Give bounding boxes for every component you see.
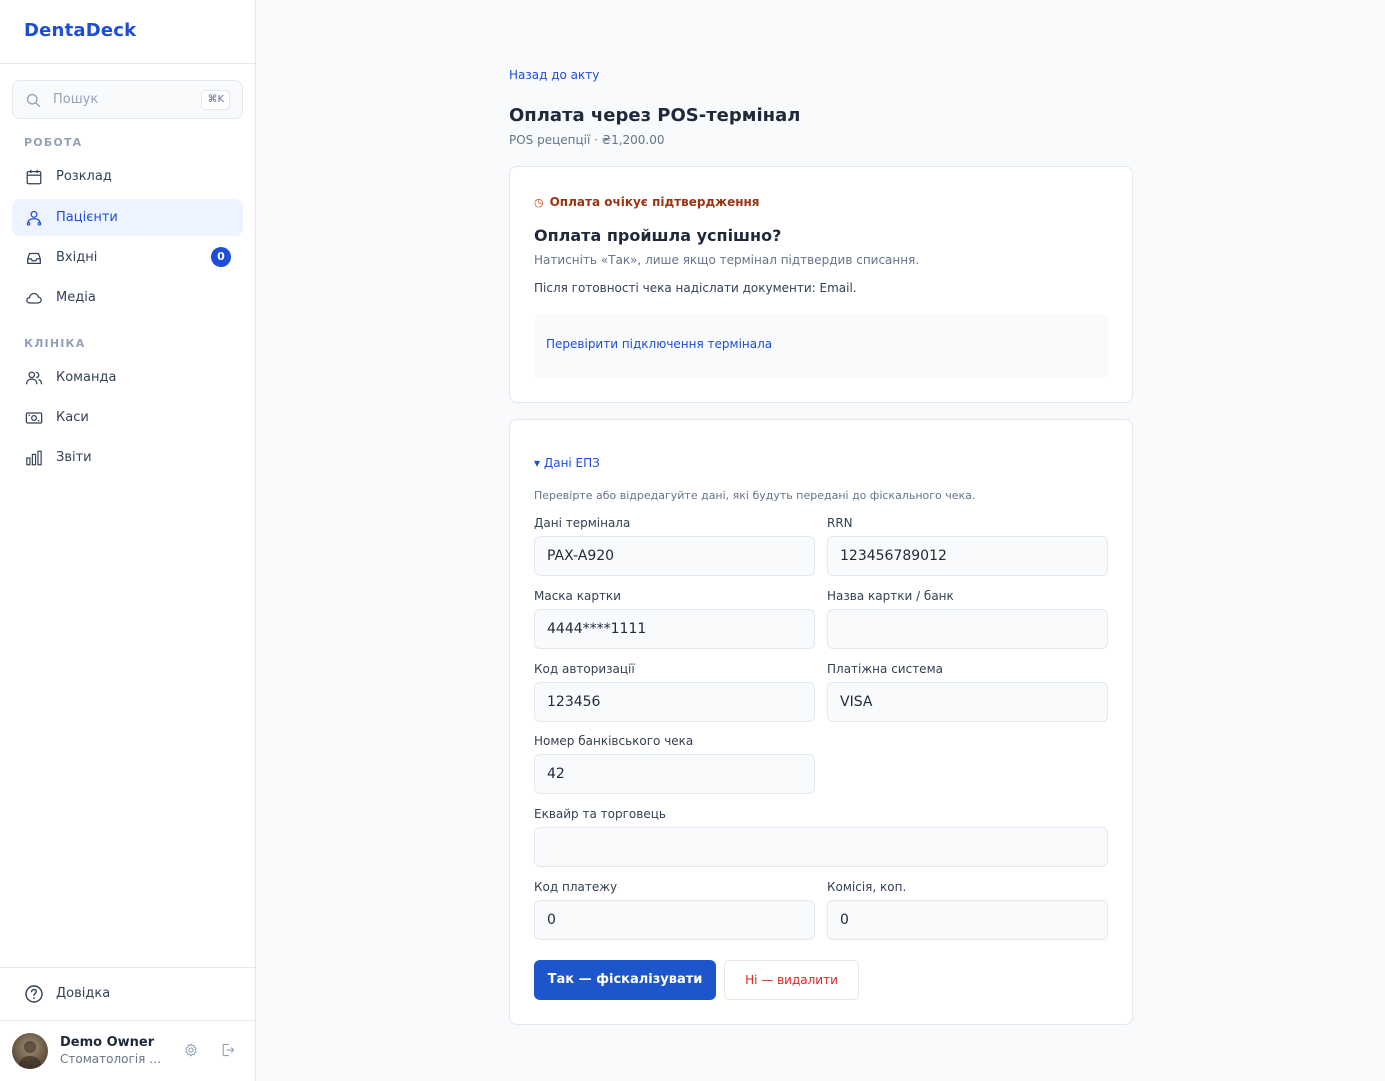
receipt-number-field[interactable]: 42 [534,754,815,794]
commission-label: Комісія, коп. [827,880,907,894]
terminal-label: Дані термінала [534,516,631,530]
auth-code-label: Код авторизації [534,662,635,676]
auth-code-field[interactable]: 123456 [534,682,815,722]
clock-icon: ◷ [534,195,544,209]
search-shortcut: ⌘K [201,90,230,110]
user-name: Demo Owner [60,1035,155,1050]
rrn-field[interactable]: 123456789012 [827,536,1108,576]
confirm-hint: Натисніть «Так», лише якщо термінал підт… [534,253,920,267]
settings-icon[interactable] [183,1042,199,1058]
avatar[interactable] [12,1033,48,1069]
user-org: Стоматологія Приклад [60,1052,164,1066]
pending-status-label: Оплата очікує підтвердження [549,195,760,209]
payment-code-field[interactable]: 0 [534,900,815,940]
sidebar-item-label: Команда [56,370,117,385]
sidebar-item-team[interactable]: Команда [12,359,243,396]
sidebar-item-inbox[interactable]: Вхідні 0 [12,239,243,276]
rrn-label: RRN [827,516,853,530]
sidebar-item-label: Звіти [56,450,92,465]
acquirer-label: Еквайр та торговець [534,807,666,821]
acquirer-field[interactable] [534,827,1108,867]
sidebar: DentaDeck Пошук ⌘K РОБОТА Розклад Пацієн… [0,0,256,1081]
user-divider [0,1020,255,1021]
calendar-icon [24,167,44,187]
sidebar-item-schedule[interactable]: Розклад [12,158,243,195]
sidebar-item-label: Пацієнти [56,210,118,225]
epz-data-card: ▾ Дані ЕПЗ Перевірте або відредагуйте да… [509,419,1133,1025]
confirm-question: Оплата пройшла успішно? [534,226,782,245]
brand-logo[interactable]: DentaDeck [0,0,255,64]
delete-payment-button[interactable]: Ні — видалити [724,960,859,1000]
team-icon [24,368,44,388]
logout-icon[interactable] [220,1042,236,1058]
sidebar-divider [0,967,255,968]
terminal-check-panel: Перевірити підключення термінала [534,314,1108,378]
sidebar-item-media[interactable]: Медіа [12,279,243,316]
sidebar-item-cash[interactable]: Каси [12,399,243,436]
search-placeholder: Пошук [53,92,99,107]
terminal-field[interactable]: PAX-A920 [534,536,815,576]
inbox-icon [24,248,44,268]
sidebar-item-label: Медіа [56,290,96,305]
card-mask-label: Маска картки [534,589,621,603]
page-title: Оплата через POS-термінал [509,105,801,126]
search-icon [26,93,41,108]
card-bank-field[interactable] [827,609,1108,649]
back-to-act-link[interactable]: Назад до акту [509,68,599,82]
card-mask-field[interactable]: 4444****1111 [534,609,815,649]
sidebar-item-label: Каси [56,410,89,425]
section-label-work: РОБОТА [24,136,83,149]
payment-code-label: Код платежу [534,880,618,894]
section-label-clinic: КЛІНІКА [24,337,86,350]
receipt-number-label: Номер банківського чека [534,734,694,748]
documents-note: Після готовності чека надіслати документ… [534,281,857,295]
payment-system-field[interactable]: VISA [827,682,1108,722]
payment-confirm-card: ◷ Оплата очікує підтвердження Оплата про… [509,166,1133,403]
card-bank-label: Назва картки / банк [827,589,954,603]
search-input[interactable]: Пошук ⌘K [12,80,243,119]
help-label: Довідка [56,986,111,1001]
sidebar-item-patients[interactable]: Пацієнти [12,199,243,236]
sidebar-item-label: Розклад [56,169,112,184]
patients-icon [24,208,44,228]
cash-register-icon [24,408,44,428]
epz-toggle[interactable]: ▾ Дані ЕПЗ [534,456,600,470]
sidebar-item-label: Вхідні [56,250,98,265]
cloud-icon [24,288,44,308]
sidebar-item-help[interactable]: Довідка [12,975,243,1012]
reports-icon [24,448,44,468]
commission-field[interactable]: 0 [827,900,1108,940]
fiscalize-button[interactable]: Так — фіскалізувати [534,960,716,1000]
epz-description: Перевірте або відредагуйте дані, які буд… [534,489,976,502]
pending-status: ◷ Оплата очікує підтвердження [534,195,760,209]
inbox-count-badge: 0 [211,247,231,267]
sidebar-item-reports[interactable]: Звіти [12,439,243,476]
payment-system-label: Платіжна система [827,662,943,676]
help-icon [24,984,44,1004]
check-terminal-link[interactable]: Перевірити підключення термінала [546,337,772,351]
page-subtitle: POS рецепції · ₴1,200.00 [509,133,665,147]
